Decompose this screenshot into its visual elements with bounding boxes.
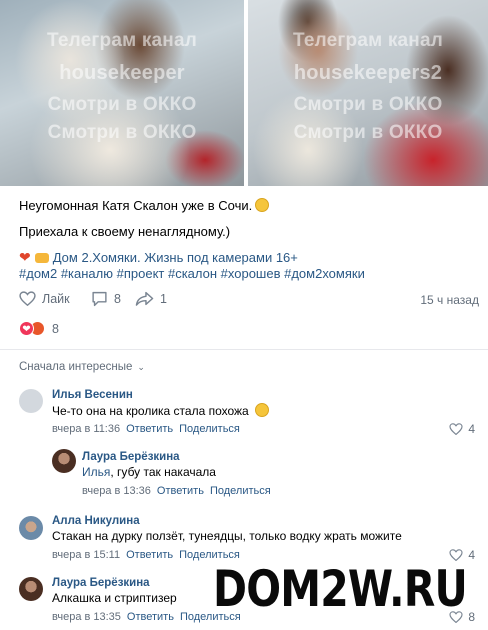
photo-watermark: housekeeper [59,62,185,84]
reactions-summary[interactable]: ❤ 8 [19,321,59,336]
heart-outline-icon [449,423,463,435]
heart-reaction-icon: ❤ [19,321,34,336]
comment-text-body: , губу так накачала [110,465,216,479]
photo-watermark: housekeepers2 [293,62,443,84]
like-label: Лайк [42,291,70,306]
divider [0,349,488,350]
comment-author[interactable]: Илья Весенин [52,389,133,401]
smirk-emoji-icon [255,198,270,212]
reply-button[interactable]: Ответить [157,485,204,497]
post-hashtags[interactable]: #дом2 #каналю #проект #скалон #хорошев #… [19,266,365,281]
post-text-line: Неугомонная Катя Скалон уже в Сочи. [19,198,270,213]
like-button[interactable]: Лайк [19,291,70,306]
heart-outline-icon [19,291,36,306]
comment-meta: вчера в 13:36 Ответить Поделиться [82,485,271,497]
reply-button[interactable]: Ответить [126,549,173,561]
post-group-line: ❤ Дом 2.Хомяки. Жизнь под камерами 16+ [19,249,298,266]
photo-watermark: Смотри в ОККО [47,122,197,143]
share-button[interactable]: 1 [135,291,167,306]
comment-meta: вчера в 15:11 Ответить Поделиться [52,549,240,561]
share-comment-button[interactable]: Поделиться [210,485,271,497]
comment-time[interactable]: вчера в 15:11 [52,549,120,561]
share-comment-button[interactable]: Поделиться [179,423,240,435]
comment-time[interactable]: вчера в 13:36 [82,485,151,497]
comment-author[interactable]: Алла Никулина [52,515,140,527]
post-photos: Телеграм канал housekeeper Смотри в ОККО… [0,0,488,186]
heart-emoji-icon: ❤ [19,249,31,265]
photo-watermark: Смотри в ОККО [293,94,443,115]
avatar[interactable] [19,389,43,413]
comment-likes-count: 8 [468,610,475,624]
chevron-down-icon: ⌄ [137,361,145,372]
pointing-hand-emoji-icon [34,253,49,263]
avatar[interactable] [19,516,43,540]
comment-likes-count: 4 [468,548,475,562]
comment-text: Илья, губу так накачала [82,465,216,479]
group-link[interactable]: Дом 2.Хомяки. Жизнь под камерами 16+ [53,250,298,265]
post-text-line: Приехала к своему ненаглядному.) [19,224,231,239]
photo-watermark: Смотри в ОККО [47,94,197,115]
site-watermark: DOM2W.RU [213,560,468,618]
reply-button[interactable]: Ответить [126,423,173,435]
photo-watermark: Телеграм канал [292,30,444,51]
comment-author[interactable]: Лаура Берёзкина [52,577,150,589]
post-photo-right[interactable]: Телеграм канал housekeepers2 Смотри в ОК… [248,0,488,186]
avatar[interactable] [52,449,76,473]
comment-button[interactable]: 8 [91,291,121,307]
post-photo-left[interactable]: Телеграм канал housekeeper Смотри в ОККО… [0,0,244,186]
comment-like-button[interactable]: 4 [449,422,475,436]
photo-watermark: Телеграм канал [46,30,198,51]
shares-count: 1 [160,291,167,306]
post-time[interactable]: 15 ч назад [420,293,479,307]
comment-icon [92,291,107,307]
reply-mention[interactable]: Илья [82,465,110,479]
reactions-count: 8 [52,321,59,336]
comment-likes-count: 4 [468,422,475,436]
share-icon [135,291,154,306]
avatar[interactable] [19,577,43,601]
comment-text: Че-то она на кролика стала похожа [52,403,270,418]
comment-author[interactable]: Лаура Берёзкина [82,451,180,463]
comment-meta: вчера в 11:36 Ответить Поделиться [52,423,240,435]
comments-sort-dropdown[interactable]: Сначала интересные ⌄ [19,361,145,373]
comment-time[interactable]: вчера в 11:36 [52,423,120,435]
comment-time[interactable]: вчера в 13:35 [52,611,121,623]
sort-label: Сначала интересные [19,361,133,373]
photo-watermark: Смотри в ОККО [293,122,443,143]
laughing-emoji-icon [255,403,270,417]
comment-text: Алкашка и стриптизер [52,591,177,605]
reply-button[interactable]: Ответить [127,611,174,623]
comment-text-body: Че-то она на кролика стала похожа [52,404,249,418]
post-actions: Лайк 8 1 15 ч назад [19,291,479,311]
comments-count: 8 [114,292,121,306]
post-text: Неугомонная Катя Скалон уже в Сочи. [19,198,253,213]
comment-text: Стакан на дурку ползёт, тунеядцы, только… [52,529,402,543]
